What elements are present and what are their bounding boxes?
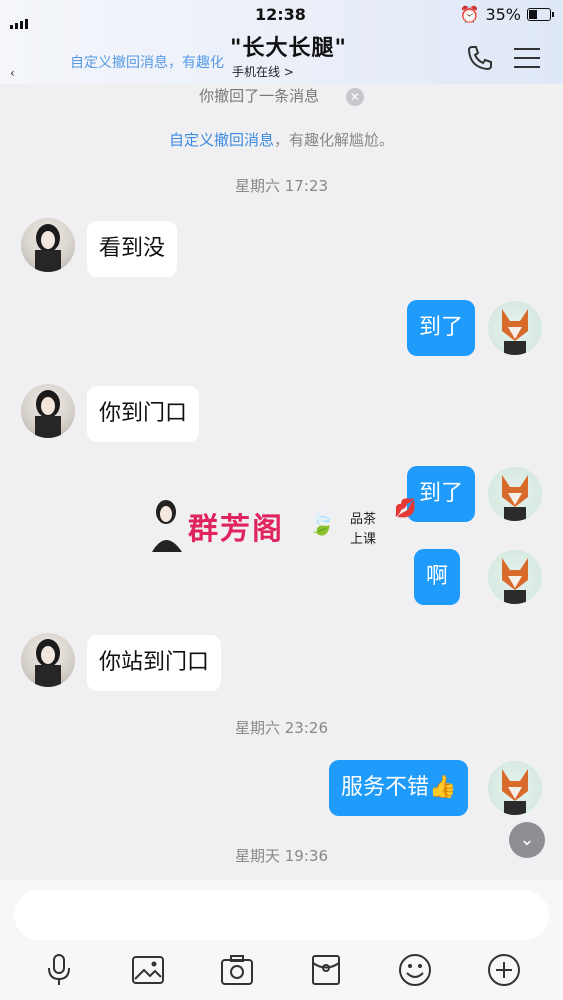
timestamp: 星期六 17:23 xyxy=(235,177,328,195)
battery-percent: 35% xyxy=(485,5,521,24)
lips-icon: 💋 xyxy=(394,498,417,519)
my-avatar[interactable] xyxy=(488,550,542,604)
status-bar: 12:38 ⏰ 35% xyxy=(0,4,563,29)
signal-icon xyxy=(10,10,30,29)
timestamp: 星期六 23:26 xyxy=(235,719,328,737)
watermark-line2: 上课 xyxy=(350,532,377,547)
status-time: 12:38 xyxy=(255,5,306,24)
battery-icon xyxy=(527,8,554,21)
contact-avatar-image xyxy=(35,224,61,272)
fox-avatar-image xyxy=(502,309,528,355)
woman-silhouette-icon xyxy=(152,500,182,552)
message-bubble[interactable]: 啊 xyxy=(414,549,461,605)
message-bubble[interactable]: 服务不错👍 xyxy=(329,760,469,816)
input-toolbar xyxy=(0,952,563,992)
contact-avatar[interactable] xyxy=(21,218,75,272)
chat-header: 12:38 ⏰ 35% ‹ 自定义撤回消息，有趣化 "长大长腿" 手机在线 > xyxy=(0,0,563,84)
contact-avatar[interactable] xyxy=(21,384,75,438)
fox-avatar-image xyxy=(502,475,528,521)
message-bubble[interactable]: 看到没 xyxy=(87,221,178,277)
online-status[interactable]: 手机在线 > xyxy=(232,63,294,80)
custom-recall-text: ，有趣化解尴尬。 xyxy=(274,131,395,149)
message-bubble[interactable]: 你到门口 xyxy=(87,386,200,442)
fox-avatar-image xyxy=(502,769,528,815)
plus-icon[interactable] xyxy=(486,952,522,988)
my-avatar[interactable] xyxy=(488,761,542,815)
message-input[interactable] xyxy=(14,890,549,940)
watermark-name: 群芳阁 xyxy=(188,512,284,547)
input-area xyxy=(0,880,563,1000)
recall-notice: 你撤回了一条消息 ✕ xyxy=(0,85,563,106)
message-bubble[interactable]: 你站到门口 xyxy=(87,635,222,691)
header-ghost-text: 自定义撤回消息，有趣化 xyxy=(70,55,224,71)
emoji-icon[interactable] xyxy=(397,952,433,988)
camera-icon[interactable] xyxy=(219,952,255,988)
alarm-icon: ⏰ xyxy=(459,5,480,24)
contact-avatar[interactable] xyxy=(21,633,75,687)
recall-notice-text: 你撤回了一条消息 xyxy=(199,87,320,105)
phone-icon[interactable] xyxy=(464,44,494,72)
message-bubble[interactable]: 到了 xyxy=(407,300,476,356)
my-avatar[interactable] xyxy=(488,467,542,521)
close-icon[interactable]: ✕ xyxy=(345,87,364,106)
back-button[interactable]: ‹ xyxy=(10,66,15,80)
image-icon[interactable] xyxy=(130,952,166,988)
contact-avatar-image xyxy=(35,639,61,687)
menu-icon[interactable] xyxy=(512,44,542,72)
watermark-line1: 品茶 xyxy=(350,512,377,527)
red-packet-icon[interactable] xyxy=(308,952,344,988)
contact-name[interactable]: "长大长腿" xyxy=(230,30,347,62)
custom-recall-hint: 自定义撤回消息，有趣化解尴尬。 xyxy=(0,129,563,150)
fox-avatar-image xyxy=(502,558,528,604)
timestamp: 星期天 19:36 xyxy=(235,847,328,865)
microphone-icon[interactable] xyxy=(41,952,77,988)
watermark: 群芳阁 🍃 品茶 上课 💋 xyxy=(148,498,418,554)
contact-avatar-image xyxy=(35,390,61,438)
tea-leaf-icon: 🍃 xyxy=(308,512,336,537)
my-avatar[interactable] xyxy=(488,301,542,355)
custom-recall-link[interactable]: 自定义撤回消息 xyxy=(169,131,274,149)
